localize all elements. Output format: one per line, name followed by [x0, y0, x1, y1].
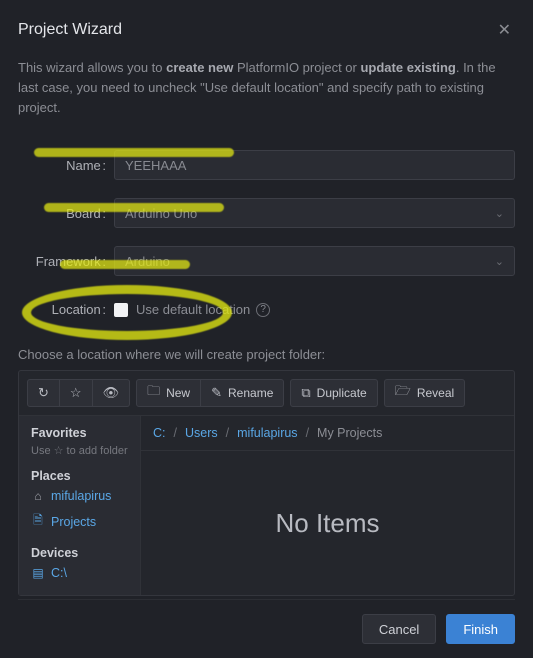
browser-toolbar: ↻ ☆ 👁 🗀New ✎Rename ⧉Duplicate 🗁Reveal: [19, 371, 514, 416]
chevron-down-icon: ⌄: [495, 255, 504, 268]
board-value: Arduino Uno: [125, 206, 197, 221]
home-icon: ⌂: [31, 489, 45, 503]
refresh-button[interactable]: ↻: [27, 379, 60, 407]
browser-main: C: / Users / mifulapirus / My Projects N…: [141, 416, 514, 595]
browser-body: Favorites Use ☆ to add folder Places ⌂mi…: [19, 416, 514, 595]
choose-location-text: Choose a location where we will create p…: [18, 347, 515, 362]
refresh-icon: ↻: [38, 385, 49, 401]
project-wizard-dialog: Project Wizard ✕ This wizard allows you …: [0, 0, 533, 658]
framework-label: Framework: [18, 254, 114, 269]
intro-text: This wizard allows you to create new Pla…: [18, 58, 515, 118]
location-row: Location Use default location ?: [18, 302, 515, 317]
crumb-user[interactable]: mifulapirus: [237, 426, 297, 440]
name-input[interactable]: YEEHAAA: [114, 150, 515, 180]
crumb-users[interactable]: Users: [185, 426, 218, 440]
name-value: YEEHAAA: [125, 158, 186, 173]
no-items-text: No Items: [141, 451, 514, 595]
star-icon: ☆: [70, 385, 82, 401]
eye-icon: 👁: [103, 385, 120, 401]
chevron-down-icon: ⌄: [495, 207, 504, 220]
location-label: Location: [18, 302, 114, 317]
framework-value: Arduino: [125, 254, 170, 269]
favorite-button[interactable]: ☆: [60, 379, 93, 407]
dialog-footer: Cancel Finish: [18, 599, 515, 644]
close-icon[interactable]: ✕: [494, 18, 515, 42]
place-projects[interactable]: 🗎Projects: [31, 509, 130, 534]
drive-icon: ▤: [31, 566, 45, 580]
name-label: Name: [18, 158, 114, 173]
toolbar-group-view: ↻ ☆ 👁: [27, 379, 130, 407]
places-heading: Places: [31, 469, 130, 483]
finish-button[interactable]: Finish: [446, 614, 515, 644]
favorites-hint: Use ☆ to add folder: [31, 444, 130, 457]
copy-icon: ⧉: [301, 385, 310, 401]
framework-select[interactable]: Arduino ⌄: [114, 246, 515, 276]
toolbar-group-edit: 🗀New ✎Rename: [136, 379, 284, 407]
favorites-heading: Favorites: [31, 426, 130, 440]
help-icon[interactable]: ?: [256, 303, 270, 317]
name-row: Name YEEHAAA: [18, 150, 515, 180]
framework-row: Framework Arduino ⌄: [18, 246, 515, 276]
board-row: Board Arduino Uno ⌄: [18, 198, 515, 228]
board-select[interactable]: Arduino Uno ⌄: [114, 198, 515, 228]
device-c[interactable]: ▤C:\: [31, 564, 130, 582]
dialog-title: Project Wizard: [18, 21, 122, 39]
cancel-button[interactable]: Cancel: [362, 614, 436, 644]
crumb-current: My Projects: [317, 426, 382, 440]
devices-heading: Devices: [31, 546, 130, 560]
title-bar: Project Wizard ✕: [18, 18, 515, 42]
document-icon: 🗎: [31, 511, 45, 532]
breadcrumb: C: / Users / mifulapirus / My Projects: [141, 416, 514, 451]
crumb-sep: /: [306, 426, 309, 440]
use-default-location-checkbox[interactable]: [114, 303, 128, 317]
form: Name YEEHAAA Board Arduino Uno ⌄ Framewo…: [18, 132, 515, 329]
use-default-location-text: Use default location: [136, 302, 250, 317]
crumb-sep: /: [174, 426, 177, 440]
crumb-sep: /: [226, 426, 229, 440]
duplicate-button[interactable]: ⧉Duplicate: [290, 379, 377, 407]
folder-browser: ↻ ☆ 👁 🗀New ✎Rename ⧉Duplicate 🗁Reveal Fa…: [18, 370, 515, 596]
folder-icon: 🗁: [395, 382, 411, 404]
new-folder-icon: 🗀: [147, 382, 160, 404]
board-label: Board: [18, 206, 114, 221]
new-button[interactable]: 🗀New: [136, 379, 201, 407]
crumb-c[interactable]: C:: [153, 426, 166, 440]
place-user[interactable]: ⌂mifulapirus: [31, 487, 130, 505]
pencil-icon: ✎: [211, 385, 222, 401]
browser-sidebar: Favorites Use ☆ to add folder Places ⌂mi…: [19, 416, 141, 595]
reveal-eye-button[interactable]: 👁: [93, 379, 131, 407]
rename-button[interactable]: ✎Rename: [201, 379, 284, 407]
reveal-button[interactable]: 🗁Reveal: [384, 379, 465, 407]
